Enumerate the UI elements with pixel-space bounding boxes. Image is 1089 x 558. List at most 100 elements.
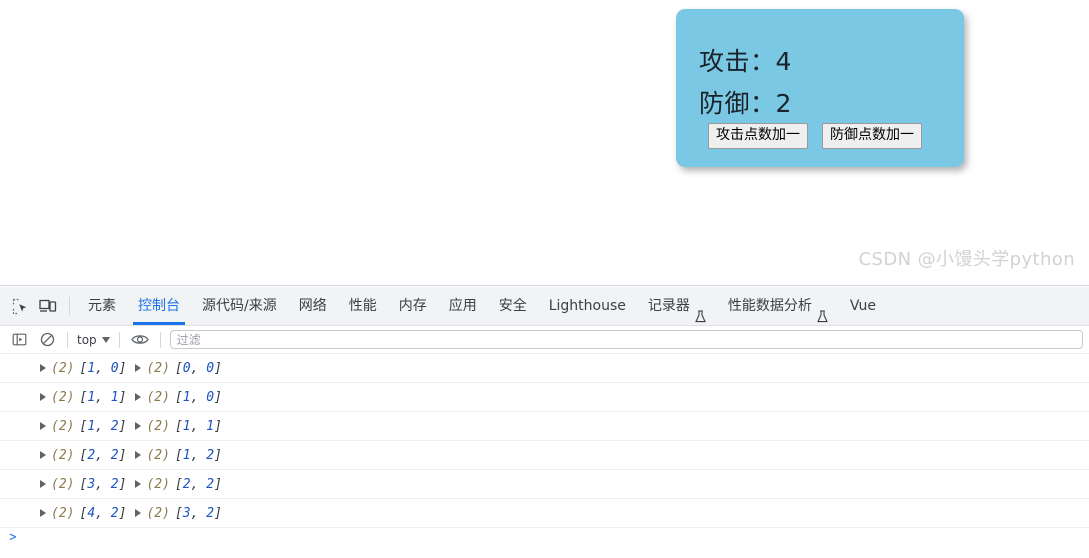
array-length: (2) bbox=[51, 476, 75, 492]
tab-performance[interactable]: 性能 bbox=[338, 287, 388, 325]
array-item-1: 0 bbox=[110, 360, 119, 376]
array-item-0: 3 bbox=[87, 476, 96, 492]
array-item-0: 3 bbox=[182, 505, 191, 521]
expand-triangle-icon[interactable] bbox=[135, 509, 142, 517]
console-toolbar-divider bbox=[159, 331, 161, 348]
array-length: (2) bbox=[51, 505, 75, 521]
array-item-0: 1 bbox=[87, 360, 96, 376]
console-sidebar-icon[interactable] bbox=[5, 326, 33, 354]
tab-elements[interactable]: 元素 bbox=[77, 287, 127, 325]
card-button-group: 攻击点数加一 防御点数加一 bbox=[708, 123, 922, 149]
tab-lighthouse[interactable]: Lighthouse bbox=[538, 287, 637, 325]
array-value[interactable]: (2) [1, 2] bbox=[135, 447, 222, 463]
expand-triangle-icon[interactable] bbox=[40, 364, 46, 372]
comma: , bbox=[190, 505, 207, 521]
array-item-1: 1 bbox=[206, 418, 215, 434]
array-value[interactable]: (2) [1, 1] bbox=[40, 390, 126, 405]
tab-performance-insights[interactable]: 性能数据分析 bbox=[717, 287, 839, 325]
clear-console-icon[interactable] bbox=[33, 326, 61, 354]
array-value[interactable]: (2) [3, 2] bbox=[40, 477, 126, 492]
tab-memory-label: 内存 bbox=[398, 298, 427, 314]
array-value[interactable]: (2) [3, 2] bbox=[135, 505, 222, 521]
array-item-1: 0 bbox=[206, 389, 215, 405]
bracket-open: [ bbox=[174, 389, 183, 405]
array-contents: [2, 2] bbox=[79, 448, 126, 463]
expand-triangle-icon[interactable] bbox=[135, 393, 142, 401]
experiment-flask-icon bbox=[695, 300, 706, 322]
console-row[interactable]: (2) [2, 2] (2) [1, 2] bbox=[0, 441, 1089, 470]
array-value[interactable]: (2) [1, 1] bbox=[135, 419, 222, 434]
tab-console[interactable]: 控制台 bbox=[127, 287, 191, 325]
tab-application[interactable]: 应用 bbox=[438, 287, 488, 325]
tab-network[interactable]: 网络 bbox=[288, 287, 338, 325]
expand-triangle-icon[interactable] bbox=[40, 480, 46, 488]
comma: , bbox=[190, 418, 207, 434]
tab-sources[interactable]: 源代码/来源 bbox=[191, 287, 288, 325]
expand-triangle-icon[interactable] bbox=[40, 451, 46, 459]
expand-triangle-icon[interactable] bbox=[40, 422, 46, 430]
increase-defense-button[interactable]: 防御点数加一 bbox=[822, 123, 922, 149]
increase-attack-button[interactable]: 攻击点数加一 bbox=[708, 123, 808, 149]
tab-sources-label: 源代码/来源 bbox=[202, 298, 277, 314]
bracket-close: ] bbox=[214, 360, 222, 376]
device-toolbar-icon[interactable] bbox=[34, 292, 62, 320]
console-row[interactable]: (2) [1, 2] (2) [1, 1] bbox=[0, 412, 1089, 441]
page-viewport: 攻击：4 防御：2 攻击点数加一 防御点数加一 CSDN @小馒头学python bbox=[0, 0, 1089, 286]
array-value[interactable]: (2) [2, 2] bbox=[135, 476, 222, 492]
array-length: (2) bbox=[146, 505, 170, 521]
array-item-0: 1 bbox=[87, 389, 96, 405]
filter-input[interactable] bbox=[169, 330, 1083, 349]
expand-triangle-icon[interactable] bbox=[40, 509, 46, 517]
tab-recorder-label: 记录器 bbox=[647, 298, 690, 314]
tab-security[interactable]: 安全 bbox=[488, 287, 538, 325]
comma: , bbox=[95, 505, 111, 521]
array-contents: [1, 1] bbox=[175, 419, 222, 434]
array-value[interactable]: (2) [4, 2] bbox=[40, 506, 126, 521]
array-item-1: 2 bbox=[110, 418, 119, 434]
console-row[interactable]: (2) [4, 2] (2) [3, 2] bbox=[0, 499, 1089, 528]
expand-triangle-icon[interactable] bbox=[40, 393, 46, 401]
bracket-close: ] bbox=[214, 389, 222, 405]
array-item-1: 2 bbox=[206, 476, 215, 492]
attack-stat: 攻击：4 bbox=[699, 42, 792, 78]
console-row[interactable]: (2) [1, 0] (2) [0, 0] bbox=[0, 354, 1089, 383]
array-length: (2) bbox=[146, 447, 170, 463]
array-value[interactable]: (2) [1, 0] bbox=[40, 361, 126, 376]
devtools-panel: 元素 控制台 源代码/来源 网络 性能 内存 应用 安全 Lighthouse … bbox=[0, 287, 1089, 558]
inspect-element-icon[interactable] bbox=[6, 292, 34, 320]
attack-value: 4 bbox=[775, 47, 792, 76]
array-item-1: 0 bbox=[206, 360, 215, 376]
bracket-open: [ bbox=[174, 418, 183, 434]
tab-memory[interactable]: 内存 bbox=[388, 287, 438, 325]
array-value[interactable]: (2) [0, 0] bbox=[135, 360, 222, 376]
tab-performance-label: 性能 bbox=[348, 298, 377, 314]
expand-triangle-icon[interactable] bbox=[135, 364, 142, 372]
array-value[interactable]: (2) [2, 2] bbox=[40, 448, 126, 463]
tab-vue-label: Vue bbox=[849, 298, 877, 314]
console-row[interactable]: (2) [1, 1] (2) [1, 0] bbox=[0, 383, 1089, 412]
eye-icon[interactable] bbox=[126, 326, 154, 354]
console-row[interactable]: (2) [3, 2] (2) [2, 2] bbox=[0, 470, 1089, 499]
array-item-0: 2 bbox=[182, 476, 191, 492]
console-toolbar-divider bbox=[67, 331, 68, 348]
expand-triangle-icon[interactable] bbox=[135, 451, 142, 459]
expand-triangle-icon[interactable] bbox=[135, 422, 142, 430]
array-value[interactable]: (2) [1, 0] bbox=[135, 389, 222, 405]
comma: , bbox=[95, 360, 111, 376]
comma: , bbox=[95, 418, 111, 434]
array-value[interactable]: (2) [1, 2] bbox=[40, 419, 126, 434]
tab-security-label: 安全 bbox=[498, 298, 527, 314]
bracket-open: [ bbox=[174, 476, 183, 492]
bracket-close: ] bbox=[118, 360, 127, 376]
array-item-1: 2 bbox=[110, 505, 119, 521]
comma: , bbox=[95, 389, 111, 405]
tab-console-label: 控制台 bbox=[138, 298, 180, 314]
array-item-0: 1 bbox=[182, 418, 191, 434]
tab-recorder[interactable]: 记录器 bbox=[637, 287, 717, 325]
array-item-1: 2 bbox=[110, 447, 119, 463]
console-prompt[interactable]: > bbox=[0, 528, 1089, 552]
tab-vue[interactable]: Vue bbox=[839, 287, 887, 325]
array-item-1: 2 bbox=[206, 447, 215, 463]
execution-context-select[interactable]: top bbox=[74, 333, 113, 347]
expand-triangle-icon[interactable] bbox=[135, 480, 142, 488]
